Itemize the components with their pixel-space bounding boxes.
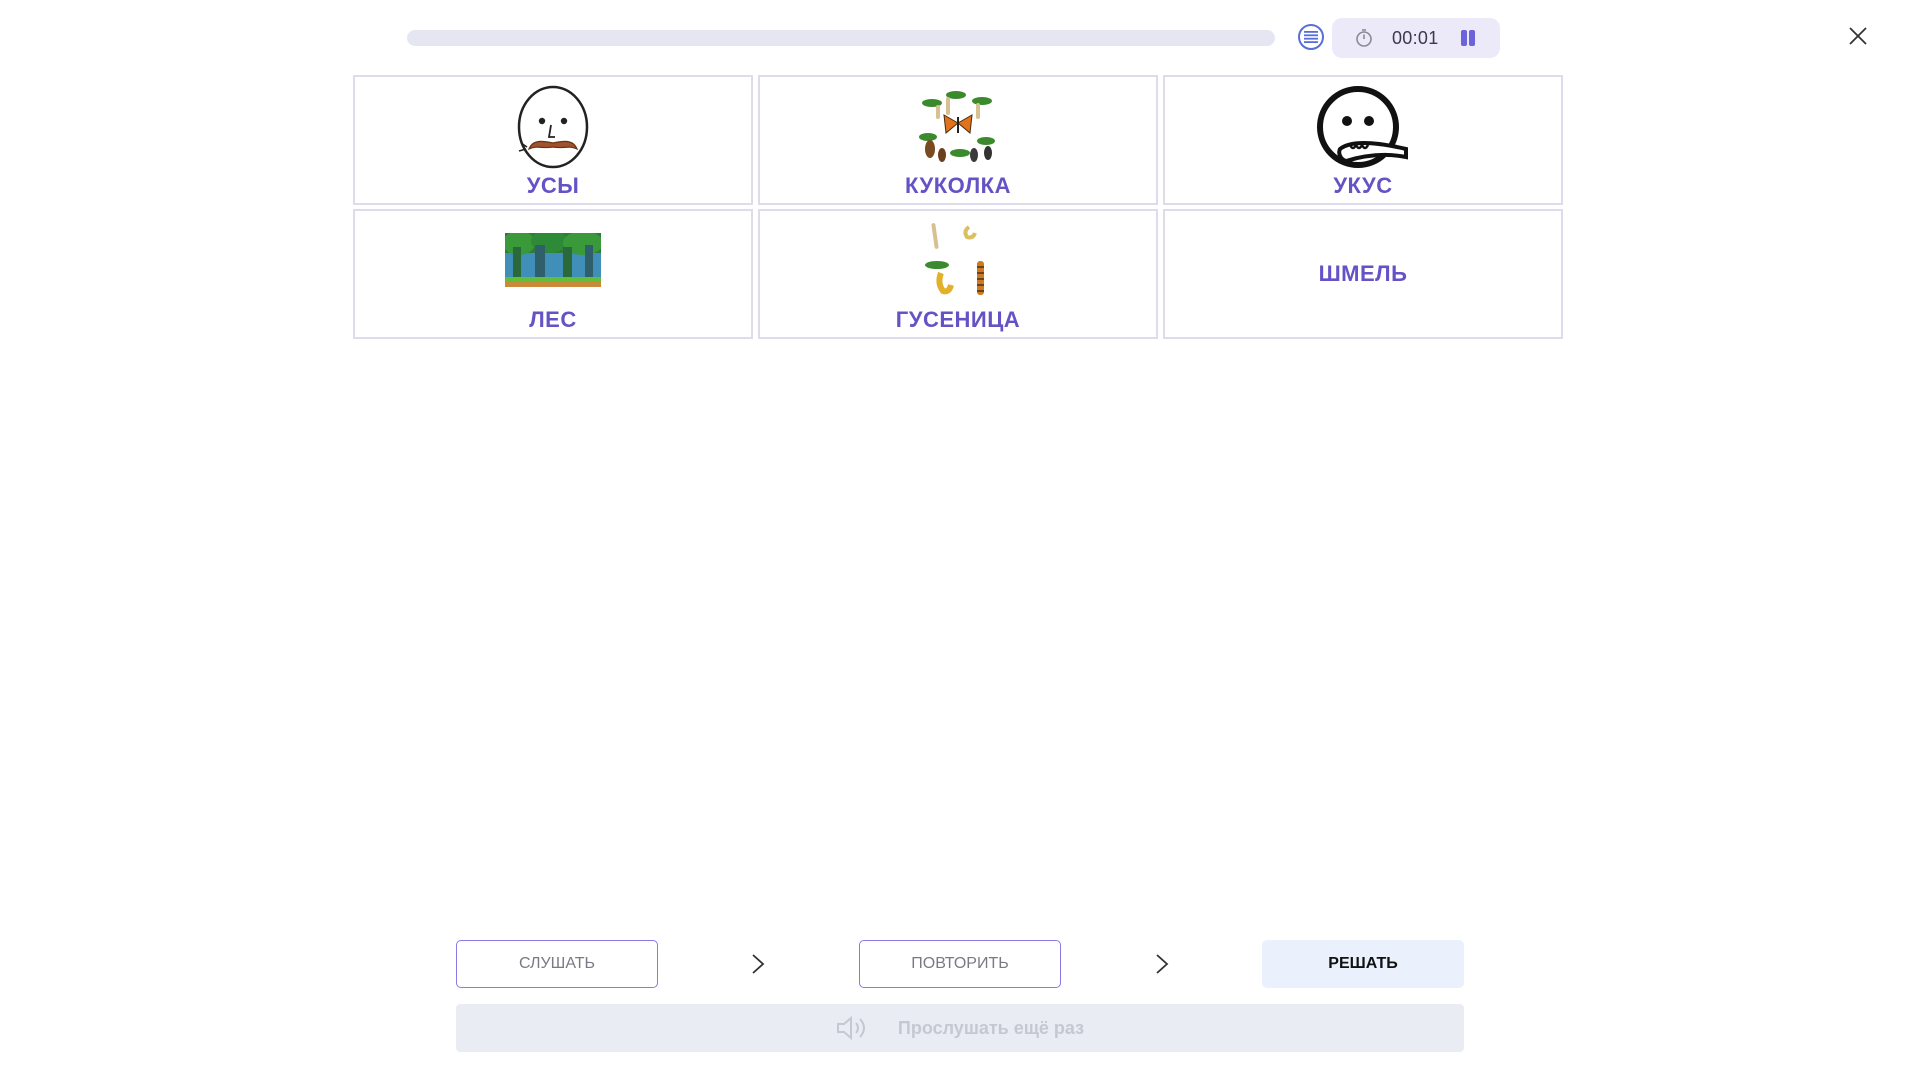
bite-face-image [1317, 86, 1408, 168]
word-card-grid: УСЫ КУКОЛКА УКУС ЛЕС ГУСЕНИЦА ШМЕЛЬ [353, 75, 1567, 343]
butterfly-lifecycle-image [919, 91, 995, 162]
pause-button[interactable] [1458, 28, 1478, 48]
chevron-right-icon [752, 954, 765, 974]
caterpillar-image [925, 223, 984, 295]
word-card-bumblebee[interactable]: ШМЕЛЬ [1163, 209, 1563, 339]
replay-label: Прослушать ещё раз [897, 1017, 1085, 1038]
word-label: ШМЕЛЬ [1318, 261, 1408, 286]
list-button[interactable] [1298, 24, 1324, 50]
listen-button[interactable]: СЛУШАТЬ [456, 940, 658, 988]
close-icon[interactable] [1846, 24, 1870, 48]
word-label: УКУС [1333, 173, 1393, 198]
mustache-face-image [517, 85, 589, 169]
word-label: КУКОЛКА [905, 173, 1011, 198]
word-label: ЛЕС [529, 307, 577, 332]
chevron-right-icon [1156, 954, 1169, 974]
replay-button[interactable]: Прослушать ещё раз [456, 1004, 1464, 1052]
forest-image [505, 233, 601, 287]
speaker-icon [836, 1015, 865, 1041]
list-icon [1304, 31, 1318, 43]
timer: 00:01 [1332, 18, 1500, 58]
word-card-pupa[interactable]: КУКОЛКА [758, 75, 1158, 205]
timer-value: 00:01 [1392, 28, 1439, 48]
word-card-bite[interactable]: УКУС [1163, 75, 1563, 205]
word-card-forest[interactable]: ЛЕС [353, 209, 753, 339]
word-card-mustache[interactable]: УСЫ [353, 75, 753, 205]
top-bar: 00:01 [0, 0, 1920, 75]
word-label: ГУСЕНИЦА [895, 307, 1021, 332]
solve-button[interactable]: РЕШАТЬ [1262, 940, 1464, 988]
repeat-button[interactable]: ПОВТОРИТЬ [859, 940, 1061, 988]
word-card-caterpillar[interactable]: ГУСЕНИЦА [758, 209, 1158, 339]
progress-bar [407, 30, 1275, 46]
step-navigation: СЛУШАТЬ ПОВТОРИТЬ РЕШАТЬ [0, 940, 1920, 988]
word-label: УСЫ [526, 173, 580, 198]
stopwatch-icon [1356, 29, 1372, 47]
